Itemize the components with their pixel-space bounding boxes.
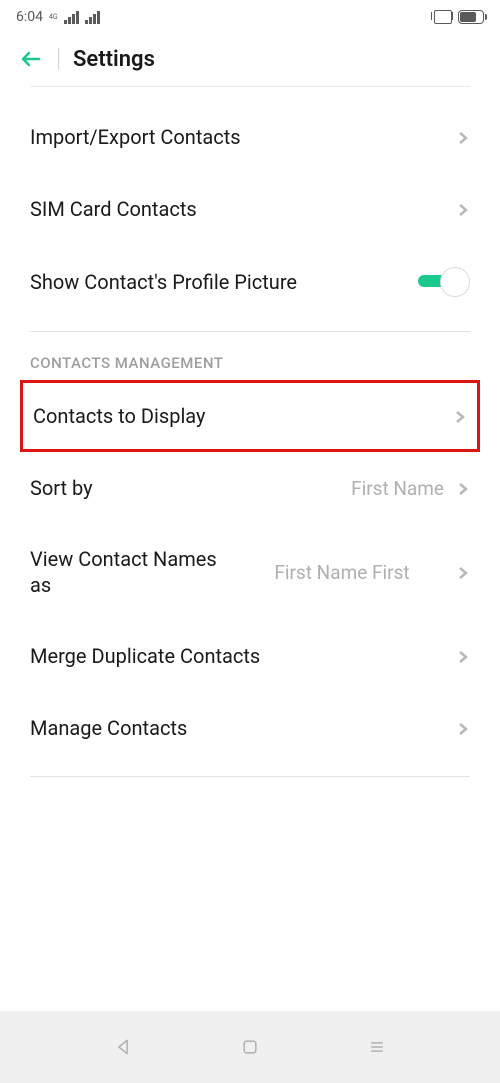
chevron-right-icon — [456, 202, 470, 216]
network-label: 4G — [49, 14, 58, 21]
triangle-back-icon — [113, 1037, 133, 1057]
row-sort-by[interactable]: Sort by First Name — [0, 452, 500, 524]
page-title: Settings — [73, 47, 155, 72]
profile-picture-toggle[interactable] — [418, 267, 470, 297]
chevron-right-icon — [456, 565, 470, 579]
chevron-right-icon — [456, 721, 470, 735]
row-label: SIM Card Contacts — [30, 196, 456, 222]
row-import-export[interactable]: Import/Export Contacts — [0, 101, 500, 173]
back-button[interactable] — [18, 46, 44, 72]
row-profile-picture: Show Contact's Profile Picture — [0, 245, 500, 319]
divider — [30, 776, 470, 777]
row-merge-duplicates[interactable]: Merge Duplicate Contacts — [0, 620, 500, 692]
vibrate-icon — [434, 10, 452, 24]
divider — [30, 86, 470, 87]
row-sim-contacts[interactable]: SIM Card Contacts — [0, 173, 500, 245]
nav-back-button[interactable] — [108, 1032, 138, 1062]
system-navbar — [0, 1011, 500, 1083]
chevron-right-icon — [456, 130, 470, 144]
status-bar: 6:04 4G — [0, 0, 500, 30]
row-label: View Contact Names as — [30, 546, 240, 598]
row-label: Merge Duplicate Contacts — [30, 643, 456, 669]
chevron-right-icon — [456, 649, 470, 663]
signal-icon-1 — [64, 11, 79, 24]
square-home-icon — [240, 1037, 260, 1057]
row-value: First Name First — [274, 561, 409, 584]
row-label: Manage Contacts — [30, 715, 456, 741]
header-divider — [58, 48, 59, 70]
toggle-knob — [440, 267, 470, 297]
nav-home-button[interactable] — [235, 1032, 265, 1062]
row-label: Import/Export Contacts — [30, 124, 456, 150]
battery-icon — [458, 10, 484, 24]
nav-recent-button[interactable] — [362, 1032, 392, 1062]
row-label: Sort by — [30, 475, 351, 501]
row-manage-contacts[interactable]: Manage Contacts — [0, 692, 500, 764]
app-header: Settings — [0, 30, 500, 86]
section-basic: Import/Export Contacts SIM Card Contacts… — [0, 101, 500, 319]
chevron-right-icon — [456, 481, 470, 495]
chevron-right-icon — [453, 409, 467, 423]
signal-icon-2 — [85, 11, 100, 24]
row-view-names-as[interactable]: View Contact Names as First Name First — [0, 524, 500, 620]
section-header-management: CONTACTS MANAGEMENT — [0, 332, 500, 380]
arrow-left-icon — [19, 47, 43, 71]
row-value: First Name — [351, 477, 444, 500]
row-contacts-to-display[interactable]: Contacts to Display — [20, 380, 480, 452]
status-time: 6:04 — [16, 9, 43, 25]
row-label: Show Contact's Profile Picture — [30, 269, 418, 295]
status-right — [434, 10, 484, 24]
menu-recent-icon — [367, 1037, 387, 1057]
status-left: 6:04 4G — [16, 9, 100, 25]
row-label: Contacts to Display — [33, 403, 453, 429]
